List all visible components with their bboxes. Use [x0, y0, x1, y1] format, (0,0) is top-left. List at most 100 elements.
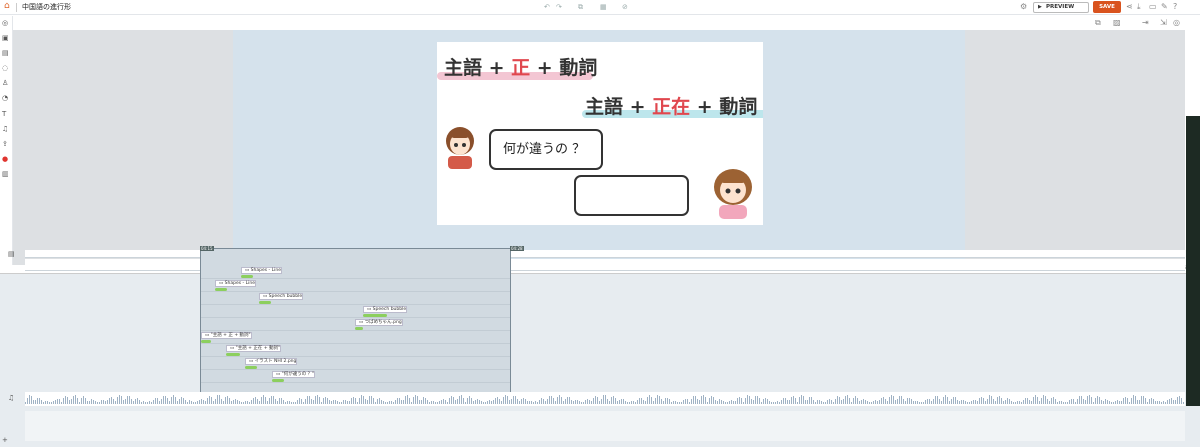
gallery-icon[interactable]: ▥: [2, 170, 9, 179]
waveform-bar: [1001, 397, 1002, 404]
waveform-bar: [113, 398, 114, 404]
redo-icon[interactable]: ↷: [556, 3, 562, 12]
timeline-clip[interactable]: ▭ "何が違うの ？": [272, 371, 316, 378]
image-icon[interactable]: ▨: [1113, 18, 1121, 28]
waveform-bar: [847, 395, 848, 404]
project-title[interactable]: 中国語の進行形: [22, 3, 71, 12]
media-icon[interactable]: ◎: [2, 19, 8, 28]
scene-segment[interactable]: ▭ Shapes - Line ▭ Shapes - Line ▭ Speech b…: [200, 248, 511, 394]
clip-duration-bar[interactable]: [241, 275, 253, 278]
timeline-row[interactable]: ▭ Shapes - Line: [201, 279, 510, 292]
boy-avatar[interactable]: [443, 125, 477, 169]
edit-icon[interactable]: ✎: [1161, 2, 1168, 12]
timeline-row[interactable]: ▭ "主語 + 正 + 動詞": [201, 331, 510, 344]
present-icon[interactable]: ▭: [1149, 2, 1157, 12]
timeline-row[interactable]: ▭ Speech bubble: [201, 292, 510, 305]
music-icon[interactable]: ♫: [2, 125, 8, 134]
layout-icon[interactable]: ▦: [600, 3, 607, 12]
preview-button[interactable]: PREVIEW⌄: [1033, 2, 1089, 13]
scene-icon[interactable]: ◌: [2, 64, 8, 73]
timeline-clip[interactable]: ▭ Shapes - Line: [215, 280, 256, 287]
waveform-bar: [441, 399, 442, 404]
clip-duration-bar[interactable]: [226, 353, 240, 356]
waveform-bar: [479, 399, 480, 404]
clip-duration-bar[interactable]: [201, 340, 211, 343]
timeline-row[interactable]: ▭ "主語 + 正在 + 動詞": [201, 344, 510, 357]
timeline-clip[interactable]: ▭ "主語 + 正 + 動詞": [201, 332, 252, 339]
disable-icon[interactable]: ⊘: [622, 3, 628, 12]
waveform-bar: [415, 395, 416, 404]
timeline-row[interactable]: ▭ イラスト NHI 2.png: [201, 357, 510, 370]
timeline-clip[interactable]: ▭ Speech bubble: [363, 306, 408, 313]
girl-avatar[interactable]: [709, 167, 757, 219]
photo-icon[interactable]: ▣: [2, 34, 9, 43]
help-icon[interactable]: ?: [1173, 2, 1177, 12]
timeline-row[interactable]: ▭ Speech bubble: [201, 305, 510, 318]
waveform-bar: [1139, 399, 1140, 404]
waveform-bar: [755, 396, 756, 404]
timeline-clip[interactable]: ▭ Speech bubble: [259, 293, 304, 300]
download-icon[interactable]: ⤓: [1137, 2, 1141, 12]
waveform-bar: [559, 395, 560, 404]
add-icon[interactable]: +: [2, 436, 8, 445]
home-icon[interactable]: ⌂: [4, 2, 13, 11]
waveform-bar: [365, 399, 366, 404]
undo-icon[interactable]: ↶: [544, 3, 550, 12]
audio-waveform-track[interactable]: [25, 392, 1185, 406]
waveform-bar: [449, 398, 450, 404]
empty-track-area: [25, 411, 1185, 441]
chart-icon[interactable]: ◔: [2, 94, 8, 103]
timeline-clip[interactable]: ▭ "主語 + 正在 + 動詞": [226, 345, 282, 352]
scene-thumbnails-track[interactable]: [25, 259, 1185, 271]
timeline-row[interactable]: ▭ つばめちゃん.png: [201, 318, 510, 331]
timeline-clip[interactable]: ▭ Shapes - Line: [241, 267, 282, 274]
save-button[interactable]: SAVE: [1093, 1, 1121, 13]
clip-duration-bar[interactable]: [215, 288, 227, 291]
clip-duration-bar[interactable]: [363, 314, 387, 317]
copy-icon[interactable]: ⧉: [578, 3, 583, 12]
settings-icon[interactable]: ⚙: [1020, 2, 1027, 12]
speech-bubble-question[interactable]: 何が違うの ？: [489, 129, 603, 170]
waveform-bar: [469, 396, 470, 404]
clip-duration-bar[interactable]: [355, 327, 363, 330]
waveform-bar: [535, 401, 536, 404]
speech-bubble-empty[interactable]: [574, 175, 689, 216]
waveform-bar: [265, 396, 266, 404]
waveform-bar: [219, 395, 220, 404]
timeline-row[interactable]: ▭ Shapes - Line: [201, 266, 510, 279]
timeline-clip[interactable]: ▭ つばめちゃん.png: [355, 319, 403, 326]
waveform-bar: [53, 401, 54, 404]
clip-duration-bar[interactable]: [272, 379, 284, 382]
expand-icon[interactable]: ⇲: [1160, 18, 1167, 28]
upload-icon[interactable]: ⇪: [2, 140, 8, 149]
waveform-bar: [487, 400, 488, 404]
text-icon[interactable]: T: [2, 110, 6, 119]
character-icon[interactable]: ♙: [2, 79, 8, 88]
clip-duration-bar[interactable]: [245, 366, 257, 369]
waveform-bar: [781, 400, 782, 404]
timeline-clip[interactable]: ▭ イラスト NHI 2.png: [245, 358, 298, 365]
layers-icon[interactable]: ⧉: [1095, 18, 1101, 28]
headline-1[interactable]: 主語 + 正 + 動詞: [444, 56, 597, 80]
waveform-bar: [345, 399, 346, 404]
slide-canvas[interactable]: 主語 + 正 + 動詞 主語 + 正在 + 動詞 何が違うの ？: [437, 42, 763, 225]
export-icon[interactable]: ⇥: [1142, 18, 1149, 28]
music-icon: ♫: [8, 394, 15, 402]
waveform-bar: [333, 399, 334, 404]
video-icon[interactable]: ▤: [2, 49, 9, 58]
waveform-bar: [107, 400, 108, 404]
scene-track[interactable]: [25, 250, 1185, 258]
marker-out[interactable]: 04:28: [510, 246, 524, 251]
collapse-icon[interactable]: ▤: [8, 250, 15, 259]
brand-icon[interactable]: ●: [2, 155, 8, 164]
waveform-bar: [797, 401, 798, 404]
headline-2[interactable]: 主語 + 正在 + 動詞: [585, 95, 757, 119]
waveform-bar: [1085, 400, 1086, 404]
waveform-bar: [373, 398, 374, 404]
share-icon[interactable]: ⋖: [1126, 2, 1133, 12]
marker-in[interactable]: 04:15: [200, 246, 214, 251]
clip-duration-bar[interactable]: [259, 301, 271, 304]
timeline-row[interactable]: ▭ "何が違うの ？": [201, 370, 510, 383]
more-icon[interactable]: ◎: [1173, 18, 1180, 28]
waveform-bar: [931, 401, 932, 404]
